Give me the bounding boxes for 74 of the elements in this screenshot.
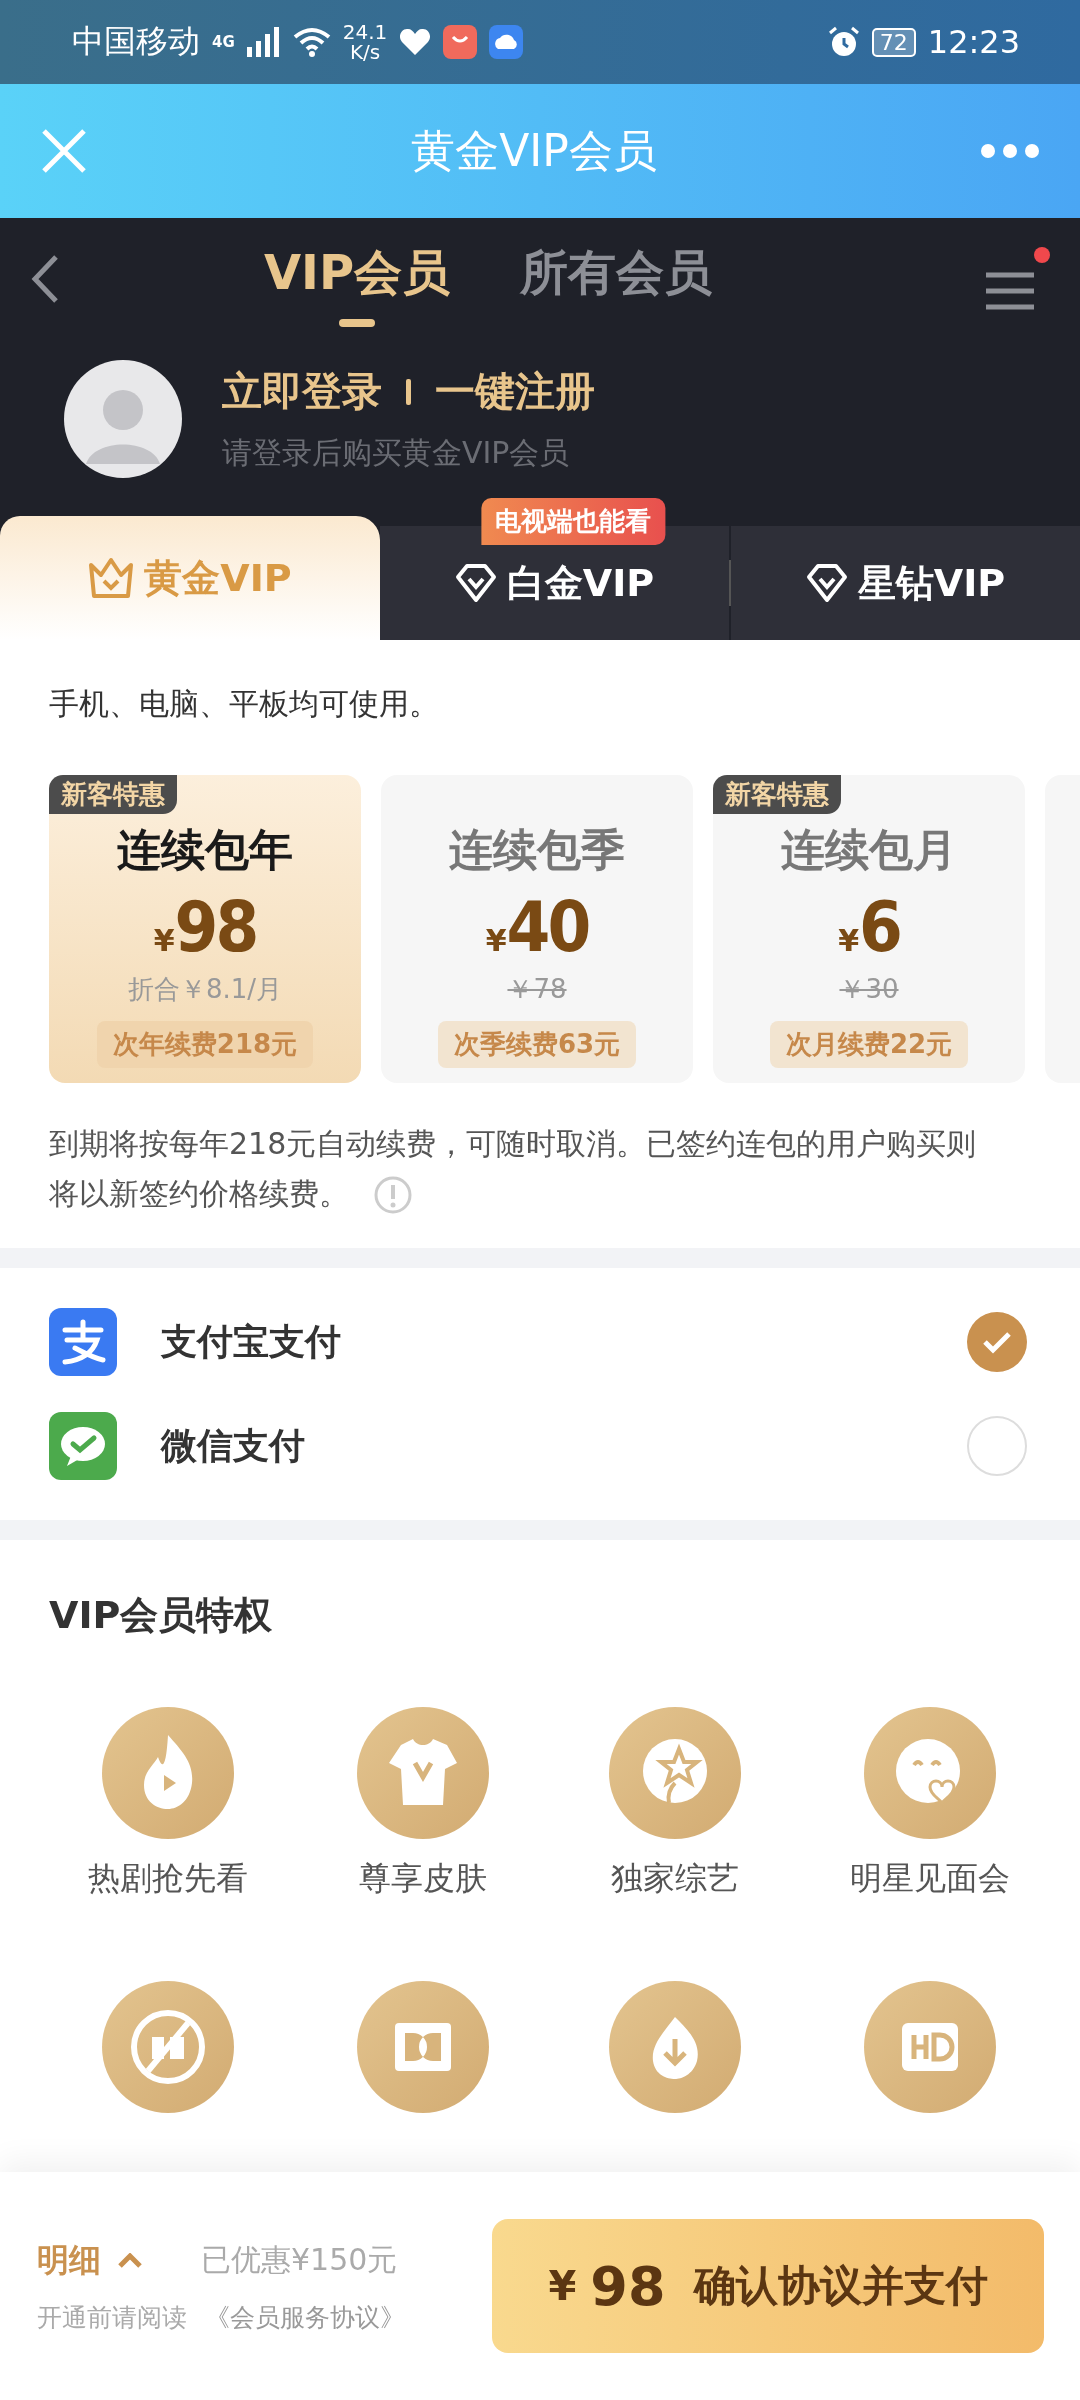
heart-icon bbox=[399, 28, 432, 56]
plan-title: 连续包季 bbox=[449, 823, 625, 877]
signal-icon bbox=[246, 27, 281, 57]
renewal-price: 次年续费218元 bbox=[96, 1021, 314, 1068]
plan-price: 40 bbox=[506, 886, 589, 968]
close-button[interactable] bbox=[40, 127, 88, 175]
new-customer-badge: 新客特惠 bbox=[713, 775, 841, 814]
diamond-icon bbox=[805, 563, 848, 603]
devices-note: 手机、电脑、平板均可使用。 bbox=[48, 685, 440, 723]
carrier-name: 中国移动 bbox=[72, 21, 200, 62]
agreement-prefix: 开通前请阅读 bbox=[37, 2301, 187, 2334]
menu-button[interactable] bbox=[986, 247, 1050, 311]
pay-button[interactable]: ¥ 98 确认协议并支付 bbox=[492, 2219, 1044, 2353]
login-hint: 请登录后购买黄金VIP会员 bbox=[222, 434, 571, 472]
network-speed: 24.1 bbox=[342, 22, 388, 42]
original-price: ￥78 bbox=[507, 973, 567, 1006]
tier-tab[interactable]: 星钻VIP bbox=[731, 526, 1080, 640]
plan-card[interactable]: 新客特惠 连续包年 ¥98 折合￥8.1/月 次年续费218元 bbox=[49, 775, 361, 1083]
discount-text: 已优惠¥150元 bbox=[201, 2241, 398, 2279]
cloud-icon bbox=[489, 25, 524, 59]
payment-radio[interactable] bbox=[967, 1312, 1027, 1372]
privilege-label: 热剧抢先看 bbox=[87, 1858, 248, 1899]
wifi-icon bbox=[292, 27, 331, 57]
battery-level: 72 bbox=[871, 27, 916, 57]
network-type: 4G bbox=[212, 33, 235, 51]
shopping-bag-icon bbox=[443, 25, 478, 59]
original-price: ￥30 bbox=[839, 973, 899, 1006]
hd-icon bbox=[864, 1981, 996, 2113]
more-button[interactable] bbox=[980, 143, 1040, 159]
privilege-label: 明星见面会 bbox=[850, 1858, 1010, 1899]
plan-price: 6 bbox=[859, 886, 900, 968]
currency-sign: ¥ bbox=[838, 923, 859, 958]
currency-sign: ¥ bbox=[153, 923, 175, 958]
window-title: 黄金VIP会员 bbox=[410, 123, 658, 178]
privilege-label: 独家综艺 bbox=[611, 1858, 739, 1899]
flame-icon bbox=[101, 1707, 234, 1839]
info-icon[interactable] bbox=[373, 1175, 413, 1215]
renewal-price: 次月续费22元 bbox=[769, 1021, 969, 1068]
section-title: VIP会员特权 bbox=[48, 1592, 274, 1639]
plan-title: 连续包年 bbox=[117, 823, 293, 877]
login-link[interactable]: 立即登录 bbox=[222, 364, 382, 419]
divider bbox=[406, 378, 411, 405]
privilege-label: 尊享皮肤 bbox=[358, 1858, 487, 1899]
alarm-icon bbox=[827, 26, 860, 58]
payment-method: 微信支付 bbox=[161, 1423, 306, 1468]
no-ads-icon bbox=[101, 1981, 234, 2113]
speed-unit: K/s bbox=[349, 42, 381, 62]
download-icon bbox=[609, 1981, 741, 2113]
clock-time: 12:23 bbox=[927, 23, 1020, 61]
nav-tab[interactable]: VIP会员 bbox=[263, 231, 451, 327]
plan-title: 连续包月 bbox=[781, 823, 957, 877]
smile-icon bbox=[864, 1707, 996, 1839]
crown-icon bbox=[88, 557, 135, 599]
renewal-note: 到期将按每年218元自动续费，可随时取消。已签约连包的用户购买则将以新签约价格续费。 bbox=[49, 1119, 990, 1218]
wechat-icon bbox=[49, 1412, 117, 1480]
new-customer-badge: 新客特惠 bbox=[49, 775, 177, 814]
check-icon bbox=[982, 1330, 1012, 1354]
alipay-icon bbox=[49, 1308, 117, 1376]
tier-badge: 电视端也能看 bbox=[480, 498, 665, 545]
payment-method: 支付宝支付 bbox=[161, 1319, 342, 1364]
plan-card[interactable]: 新客特惠 连续包月 ¥6 ￥30 次月续费22元 bbox=[713, 775, 1025, 1083]
nav-tab[interactable]: 所有会员 bbox=[520, 231, 713, 327]
plan-card[interactable]: 连续包季 ¥40 ￥78 次季续费63元 bbox=[381, 775, 693, 1083]
shirt-icon bbox=[356, 1707, 489, 1839]
payment-radio[interactable] bbox=[967, 1416, 1027, 1476]
currency-sign: ¥ bbox=[485, 923, 507, 958]
renewal-price: 次季续费63元 bbox=[437, 1021, 637, 1068]
dd-icon bbox=[356, 1981, 489, 2113]
diamond-icon bbox=[454, 563, 497, 603]
back-button[interactable] bbox=[30, 254, 60, 304]
plan-price: 98 bbox=[174, 886, 257, 968]
caret-up-icon bbox=[117, 2252, 143, 2269]
monthly-price: 折合￥8.1/月 bbox=[127, 973, 283, 1006]
register-link[interactable]: 一键注册 bbox=[435, 364, 595, 419]
